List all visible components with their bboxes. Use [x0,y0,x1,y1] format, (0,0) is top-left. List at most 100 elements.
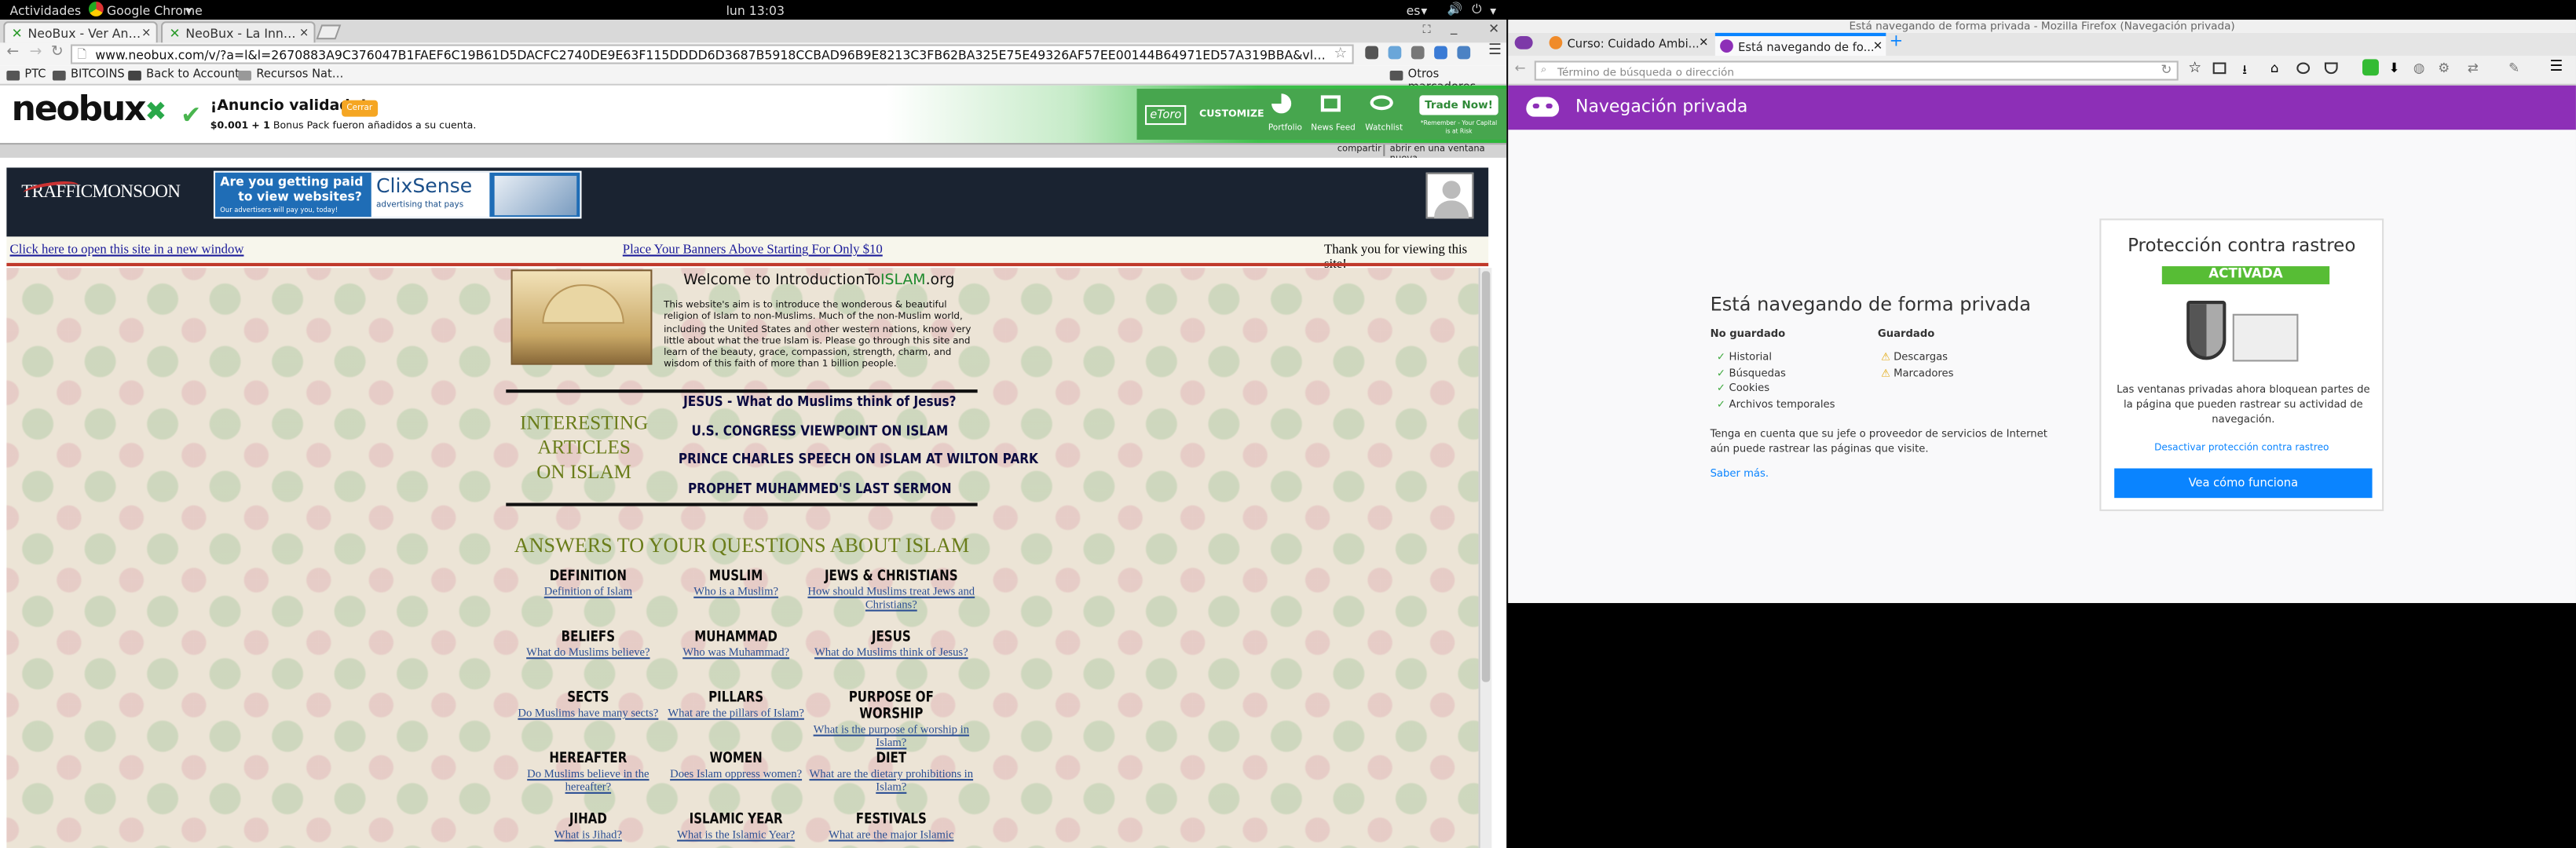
addon-icon-3[interactable]: ◍ [2413,60,2425,75]
learn-more-link[interactable]: Saber más. [1711,469,1769,481]
tab-close-icon[interactable]: × [141,26,151,39]
category-question-link[interactable]: What are the major Islamic [805,828,978,842]
category-question-link[interactable]: What do Muslims think of Jesus? [805,646,978,660]
article-link-last-sermon[interactable]: PROPHET MUHAMMED'S LAST SERMON [679,481,961,498]
category-question-link[interactable]: What is the purpose of worship in Islam? [805,723,978,749]
news-feed-label[interactable]: News Feed [1311,123,1356,133]
chrome-tab-2[interactable]: ✕ NeoBux - La Innovac × [160,21,316,43]
trade-now-button[interactable]: Trade Now! [1419,95,1498,115]
tab-close-icon[interactable]: ✕ [1699,36,1708,49]
addon-icon-4[interactable]: ⚙ [2438,60,2450,75]
page-info-icon[interactable]: 🗋 [77,48,86,66]
language-indicator[interactable]: es [1407,3,1421,18]
category-question-link[interactable]: What do Muslims believe? [506,646,670,660]
download-icon[interactable]: ⭳ [2242,60,2247,83]
addon-icon-5[interactable]: ⇄ [2468,60,2479,75]
open-site-new-window-link[interactable]: Click here to open this site in a new wi… [10,242,244,257]
article-link-jesus[interactable]: JESUS - What do Muslims think of Jesus? [679,394,961,411]
extension-icon-5[interactable] [1457,46,1471,60]
power-menu-arrow[interactable]: ▾ [1490,3,1496,18]
minimize-icon[interactable]: _ [1451,20,1457,35]
article-link-congress[interactable]: U.S. CONGRESS VIEWPOINT ON ISLAM [679,424,961,440]
risk-note: *Remember - Your Capital is at Risk [1420,119,1498,134]
scrollbar-thumb[interactable] [1481,271,1491,682]
reload-icon[interactable]: ↻ [2161,63,2172,78]
chrome-tab-1[interactable]: ✕ NeoBux - Ver Anuncio × [3,21,158,43]
bookmark-star-icon[interactable]: ☆ [1334,46,1347,63]
new-tab-button[interactable] [316,24,342,40]
bookmark-back-to-account[interactable]: Back to Account [128,68,240,81]
firefox-tab-2[interactable]: Está navegando de fo... ✕ [1714,32,1886,57]
back-icon[interactable]: ← [1515,60,1526,75]
pocket-icon[interactable] [2324,62,2338,75]
place-banners-link[interactable]: Place Your Banners Above Starting For On… [623,242,883,257]
back-icon[interactable]: ← [6,45,19,61]
customize-label[interactable]: CUSTOMIZE [1199,108,1264,120]
category-question-link[interactable]: Who is a Muslim? [654,585,818,598]
extension-icon-1[interactable] [1365,46,1379,60]
page-scrollbar[interactable] [1478,268,1492,848]
saved-item: ⚠ Marcadores [1881,367,1954,379]
ad-line-3: Our advertisers will pay you, today! [220,205,338,214]
tab-close-icon[interactable]: ✕ [1873,39,1883,53]
neobux-favicon-icon: ✕ [169,26,181,42]
firefox-tab-1[interactable]: Curso: Cuidado Ambi... ✕ [1544,33,1711,56]
bookmark-bitcoins[interactable]: BITCOINS [52,68,125,81]
site-link-bar: Click here to open this site in a new wi… [6,236,1489,271]
red-divider [6,262,1489,267]
private-main-title: Está navegando de forma privada [1710,292,2032,316]
forward-icon[interactable]: → [30,45,42,61]
category-question-link[interactable]: Do Muslims believe in the hereafter? [506,767,670,793]
home-icon[interactable]: ⌂ [2270,60,2279,75]
bookmark-recursos-naturales[interactable]: Recursos Naturales [238,68,348,81]
addon-icon-2[interactable]: ⬇ [2388,60,2399,75]
chat-icon[interactable] [2296,62,2311,75]
chrome-user-icon[interactable]: ⛶ [1422,23,1430,38]
clipboard-icon[interactable] [2212,62,2227,75]
bookmark-star-icon[interactable]: ☆ [2188,60,2201,77]
portfolio-label[interactable]: Portfolio [1268,123,1302,133]
category-question-link[interactable]: Definition of Islam [506,585,670,598]
extension-icon-3[interactable] [1411,46,1425,60]
addon-icon-6[interactable]: ✎ [2508,60,2519,75]
chrome-menu-icon[interactable]: ☰ [1488,42,1502,59]
close-ad-button[interactable]: Cerrar [342,100,378,117]
firefox-address-bar[interactable]: ⌕ Término de búsqueda o dirección ↻ [1534,60,2179,81]
bookmark-ptc[interactable]: PTC [6,68,46,81]
clock[interactable]: lun 13:03 [726,3,785,18]
firefox-menu-icon[interactable]: ☰ [2549,59,2563,75]
article-link-prince-charles[interactable]: PRINCE CHARLES SPEECH ON ISLAM AT WILTON… [679,452,1038,469]
volume-icon[interactable]: 🔊 [1447,2,1463,16]
category-question-link[interactable]: What are the pillars of Islam? [654,707,818,720]
activities-button[interactable]: Actividades [10,3,82,18]
category-question-link[interactable]: What is the Islamic Year? [654,828,818,842]
extension-icon-4[interactable] [1434,46,1447,60]
new-tab-icon[interactable]: + [1890,33,1904,51]
category-question-link[interactable]: Do Muslims have many sects? [506,707,670,720]
close-window-icon[interactable]: ✕ [1488,21,1499,36]
address-bar[interactable]: 🗋 www.neobux.com/v/?a=l&l=2670883A9C3760… [70,44,1354,66]
tab-close-icon[interactable]: × [299,26,309,39]
category-question-link[interactable]: What are the dietary prohibitions in Isl… [805,767,978,793]
category-title: FESTIVALS [855,811,927,828]
extension-icon-2[interactable] [1388,46,1402,60]
category-question-link[interactable]: Does Islam oppress women? [654,767,818,780]
disable-protection-link[interactable]: Desactivar protección contra rastreo [2101,444,2382,454]
share-link[interactable]: compartir [1337,144,1381,155]
watchlist-label[interactable]: Watchlist [1365,123,1403,133]
chrome-tab-strip: ✕ NeoBux - Ver Anuncio × ✕ NeoBux - La I… [0,20,1507,43]
see-how-it-works-button[interactable]: Vea cómo funciona [2114,468,2373,499]
etoro-ad[interactable]: eToro CUSTOMIZE Portfolio News Feed Watc… [1136,89,1507,140]
clixsense-ad[interactable]: Are you getting paid to view websites? O… [213,170,582,219]
reload-icon[interactable]: ↻ [51,45,64,61]
category-question-link[interactable]: Who was Muhammad? [654,646,818,660]
neobux-logo[interactable]: neobux✖ [12,89,167,128]
category-question-link[interactable]: What is Jihad? [506,828,670,842]
bookmarks-bar: PTC BITCOINS Back to Account Recursos Na… [0,65,1507,93]
power-icon[interactable]: ⏻ [1472,2,1481,18]
addon-icon-1[interactable] [2362,59,2379,76]
logo-x-icon: ✖ [145,95,166,127]
category-title: SECTS [567,690,609,707]
not-saved-item: ✓ Historial [1716,351,1773,364]
category-question-link[interactable]: How should Muslims treat Jews and Christ… [805,585,978,611]
